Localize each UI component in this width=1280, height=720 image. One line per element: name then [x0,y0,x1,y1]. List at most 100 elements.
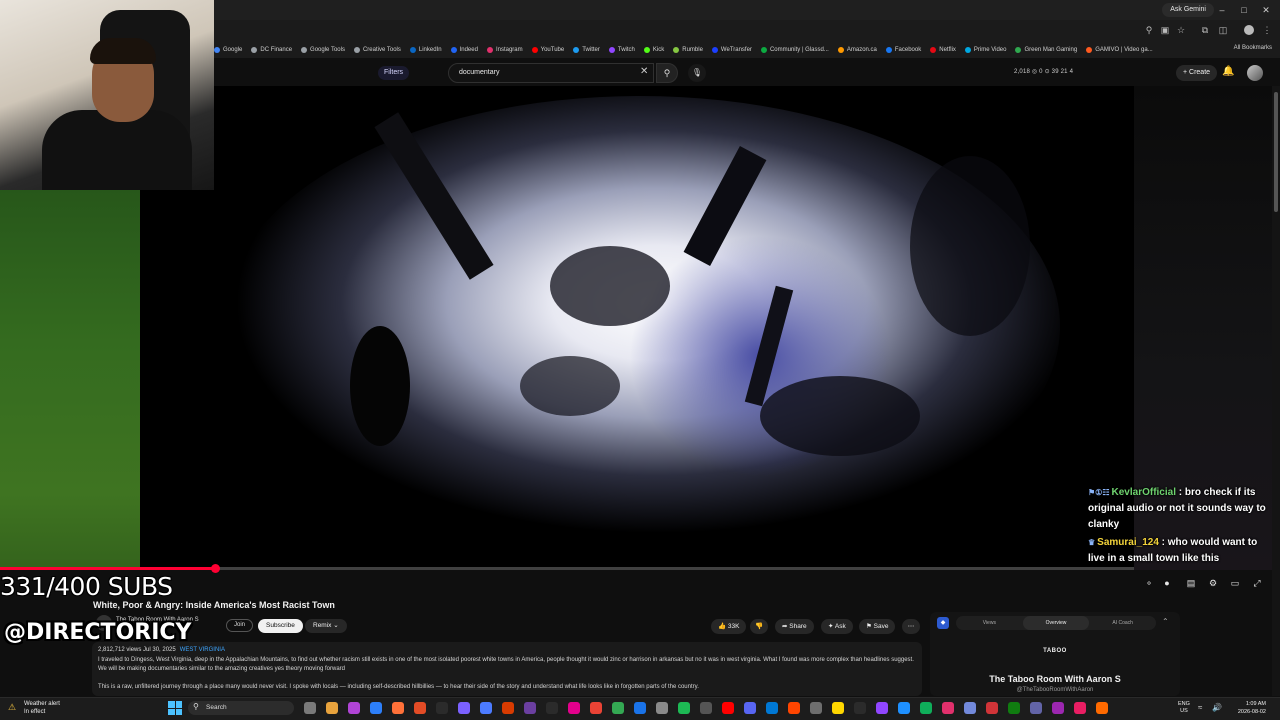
taskbar-app-icon[interactable] [788,702,800,714]
dislike-button[interactable]: 👎 [750,619,768,634]
taskbar-app-icon[interactable] [370,702,382,714]
subtitles-icon[interactable]: ▤ [1184,577,1198,589]
taskbar-app-icon[interactable] [942,702,954,714]
taskbar-app-icon[interactable] [832,702,844,714]
toggle-icon[interactable]: ● [1160,577,1174,589]
ask-gemini-button[interactable]: Ask Gemini [1162,3,1214,17]
taskbar-app-icon[interactable] [326,702,338,714]
browser-menu-icon[interactable]: ⋮ [1262,25,1272,35]
taskbar-app-icon[interactable] [348,702,360,714]
create-button[interactable]: + Create [1176,65,1218,81]
bookmark-item[interactable]: GAMIVO | Video ga... [1086,47,1153,53]
youtube-avatar[interactable] [1247,65,1263,81]
bookmark-item[interactable]: Rumble [673,47,703,53]
search-icon[interactable]: ⚲ [656,63,678,83]
ask-button[interactable]: ✦ Ask [821,619,853,634]
taskbar-app-icon[interactable] [634,702,646,714]
taskbar-app-icon[interactable] [590,702,602,714]
bookmark-item[interactable]: Creative Tools [353,47,401,53]
taskbar-app-icon[interactable] [766,702,778,714]
taskbar-app-icon[interactable] [656,702,668,714]
maximize-icon[interactable]: □ [1234,2,1254,18]
wifi-icon[interactable]: ≈ [1198,703,1202,712]
taskbar-app-icon[interactable] [1074,702,1086,714]
bookmark-item[interactable]: Kick [643,47,664,53]
collapse-icon[interactable]: ⌃ [1162,617,1169,626]
fullscreen-icon[interactable]: ⤢ [1250,577,1264,589]
taskbar-app-icon[interactable] [436,702,448,714]
taskbar-app-icon[interactable] [700,702,712,714]
minimize-icon[interactable]: – [1212,2,1232,18]
location-tag[interactable]: WEST VIRGINIA [180,647,225,653]
taskbar-app-icon[interactable] [854,702,866,714]
join-button[interactable]: Join [226,619,254,632]
taskbar-app-icon[interactable] [458,702,470,714]
bookmark-item[interactable]: Facebook [885,47,921,53]
taskbar-app-icon[interactable] [722,702,734,714]
scrollbar-thumb[interactable] [1274,92,1278,212]
taskbar-search-input[interactable]: Search [188,701,294,715]
clear-search-icon[interactable]: ✕ [640,66,648,77]
taskbar-app-icon[interactable] [964,702,976,714]
notifications-bell-icon[interactable]: 🔔 [1222,66,1234,77]
taskbar-app-icon[interactable] [1096,702,1108,714]
theater-mode-icon[interactable]: ▭ [1228,577,1242,589]
autoplay-icon[interactable]: ⚬ [1142,577,1156,589]
volume-icon[interactable]: 🔊 [1212,703,1222,712]
taskbar-app-icon[interactable] [480,702,492,714]
bookmark-item[interactable]: Twitch [608,47,635,53]
taskbar-app-icon[interactable] [568,702,580,714]
bookmark-item[interactable]: Google [214,47,242,53]
bookmark-item[interactable]: Google Tools [301,47,345,53]
browser-profile-icon[interactable] [1244,25,1254,35]
taskbar-app-icon[interactable] [546,702,558,714]
tab-overview[interactable]: Overview [1022,616,1090,630]
microphone-icon[interactable]: 🎙 [688,64,706,82]
taskbar-app-icon[interactable] [876,702,888,714]
taskbar-app-icon[interactable] [920,702,932,714]
taskbar-app-icon[interactable] [502,702,514,714]
taskbar-app-icon[interactable] [986,702,998,714]
cast-icon[interactable]: ▣ [1160,25,1170,35]
bookmark-item[interactable]: Twitter [573,47,600,53]
bookmark-item[interactable]: Community | Glassd... [760,47,829,53]
progress-scrubber[interactable] [211,564,220,573]
filters-button[interactable]: Filters [378,66,410,80]
taskbar-app-icon[interactable] [612,702,624,714]
taskbar-app-icon[interactable] [1052,702,1064,714]
weather-widget[interactable]: Weather alert In effect [24,700,60,716]
like-button[interactable]: 👍 33K [711,619,747,634]
sidebar-icon[interactable]: ◫ [1218,25,1228,35]
windows-start-icon[interactable] [168,701,182,715]
bookmark-item[interactable]: Netflix [930,47,956,53]
share-button[interactable]: ➦ Share [775,619,814,634]
bookmark-item[interactable]: YouTube [531,47,564,53]
bookmark-item[interactable]: LinkedIn [409,47,442,53]
taskbar-app-icon[interactable] [810,702,822,714]
bookmark-item[interactable]: DC Finance [251,47,292,53]
bookmark-item[interactable]: Amazon.ca [837,47,877,53]
taskbar-app-icon[interactable] [744,702,756,714]
star-icon[interactable]: ☆ [1176,25,1186,35]
taskbar-app-icon[interactable] [898,702,910,714]
settings-gear-icon[interactable]: ⚙ [1206,577,1220,589]
bookmark-item[interactable]: WeTransfer [711,47,752,53]
subscribe-button[interactable]: Subscribe [258,619,303,633]
taskbar-app-icon[interactable] [524,702,536,714]
taskbar-app-icon[interactable] [1008,702,1020,714]
taskbar-app-icon[interactable] [1030,702,1042,714]
taskbar-app-icon[interactable] [304,702,316,714]
tab-views[interactable]: Views [956,616,1023,630]
search-input[interactable]: documentary [448,63,654,83]
system-clock[interactable]: 1:09 AM 2026-08-02 [1230,700,1266,716]
taskbar-app-icon[interactable] [414,702,426,714]
bookmark-item[interactable]: Green Man Gaming [1015,47,1077,53]
bookmark-item[interactable]: Instagram [486,47,523,53]
save-button[interactable]: ⚑ Save [859,619,896,634]
zoom-icon[interactable]: ⚲ [1144,25,1154,35]
extensions-icon[interactable]: ⧉ [1200,25,1210,35]
bookmark-item[interactable]: Prime Video [964,47,1006,53]
more-actions-button[interactable]: ⋯ [902,619,920,634]
video-player[interactable] [140,86,1134,570]
close-window-icon[interactable]: ✕ [1256,2,1276,18]
